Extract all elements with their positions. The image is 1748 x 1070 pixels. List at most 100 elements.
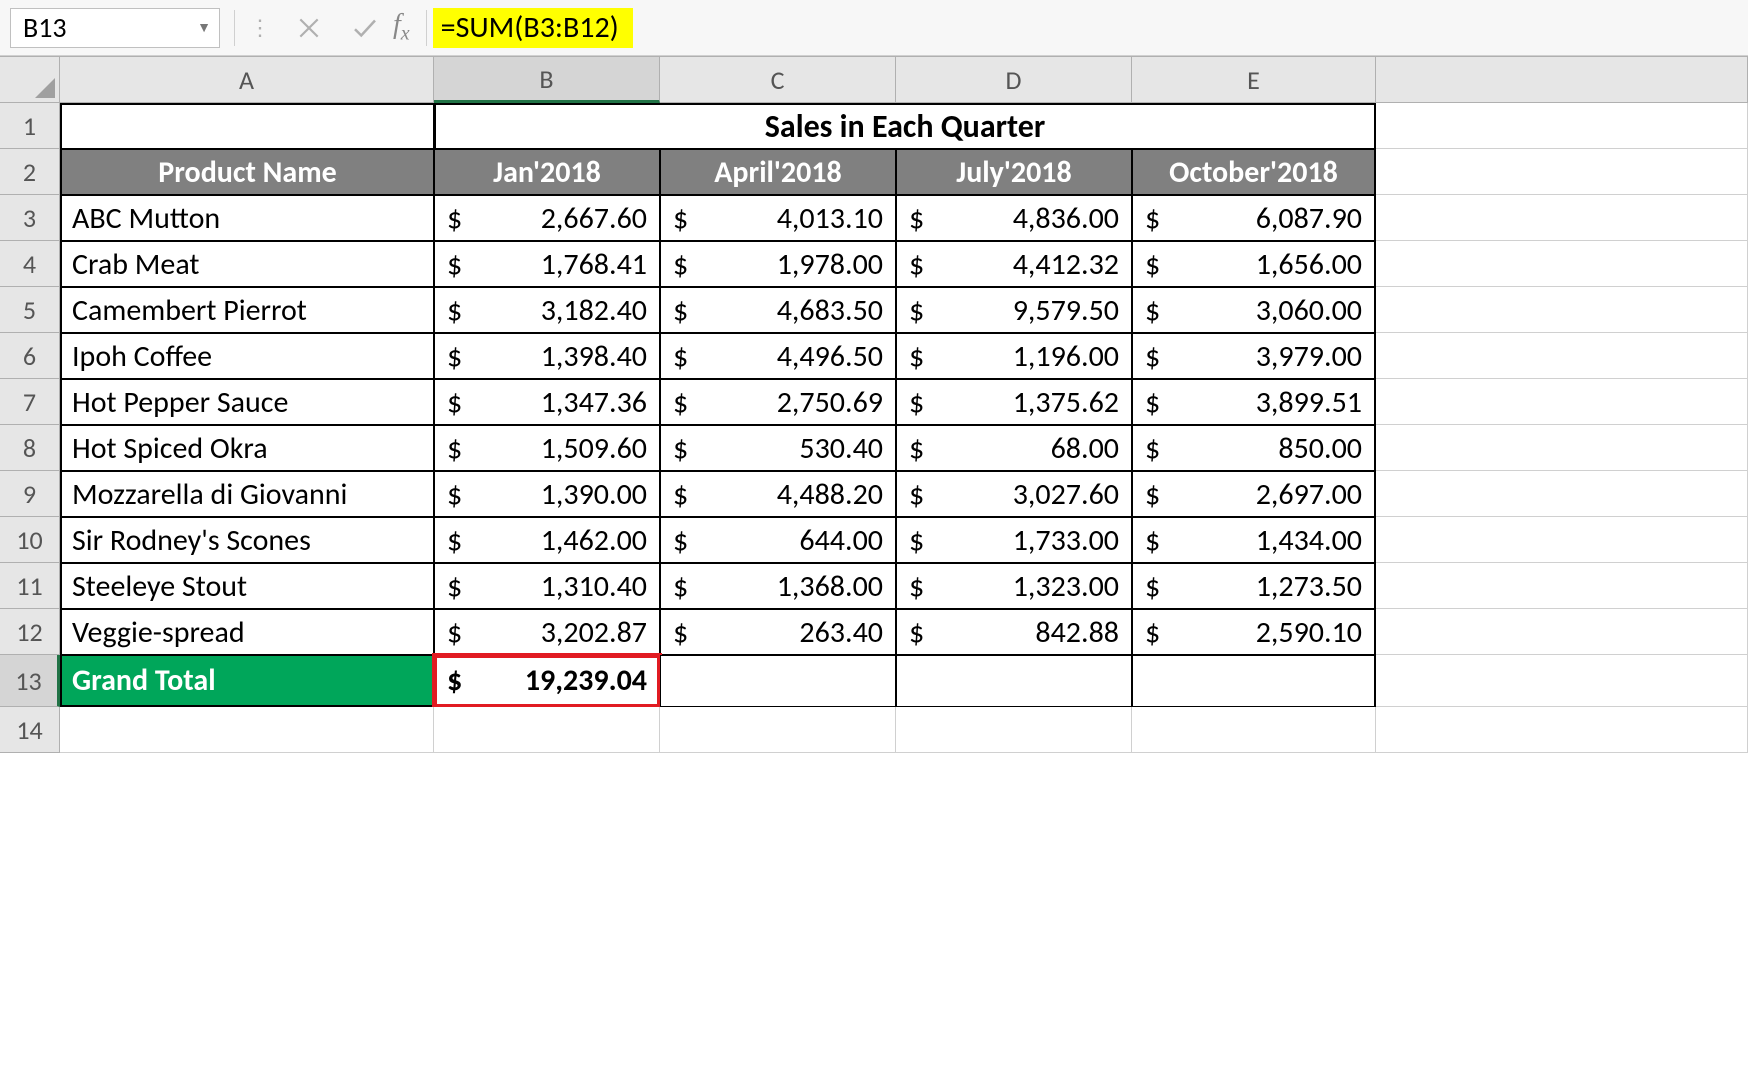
cell-blank[interactable] [1376,149,1748,195]
header-q4[interactable]: October'2018 [1132,149,1376,195]
cell-blank[interactable] [1376,195,1748,241]
table-cell[interactable]: $1,768.41 [434,241,660,287]
fx-icon[interactable]: fx [393,9,420,46]
table-cell[interactable]: $3,182.40 [434,287,660,333]
col-header-E[interactable]: E [1132,57,1376,103]
table-cell[interactable]: $1,375.62 [896,379,1132,425]
cell-D13[interactable] [896,655,1132,707]
table-cell[interactable]: $1,462.00 [434,517,660,563]
table-cell[interactable]: $1,509.60 [434,425,660,471]
name-box[interactable]: B13 ▼ [10,8,220,48]
row-header-2[interactable]: 2 [0,149,60,195]
header-product[interactable]: Product Name [60,149,434,195]
cell-blank[interactable] [1376,287,1748,333]
cell-blank[interactable] [1376,471,1748,517]
table-cell[interactable]: $1,390.00 [434,471,660,517]
table-cell[interactable]: $4,412.32 [896,241,1132,287]
cell-E13[interactable] [1132,655,1376,707]
table-cell[interactable]: $1,733.00 [896,517,1132,563]
table-cell[interactable]: $263.40 [660,609,896,655]
row-header-4[interactable]: 4 [0,241,60,287]
table-cell[interactable]: $3,027.60 [896,471,1132,517]
product-name-cell[interactable]: Steeleye Stout [60,563,434,609]
table-cell[interactable]: $3,899.51 [1132,379,1376,425]
table-cell[interactable]: $4,488.20 [660,471,896,517]
merged-title[interactable]: Sales in Each Quarter [434,103,1376,149]
table-cell[interactable]: $6,087.90 [1132,195,1376,241]
cell-D14[interactable] [896,707,1132,753]
enter-icon[interactable] [337,0,393,56]
table-cell[interactable]: $3,979.00 [1132,333,1376,379]
product-name-cell[interactable]: Sir Rodney's Scones [60,517,434,563]
product-name-cell[interactable]: Camembert Pierrot [60,287,434,333]
table-cell[interactable]: $1,398.40 [434,333,660,379]
table-cell[interactable]: $644.00 [660,517,896,563]
table-cell[interactable]: $530.40 [660,425,896,471]
product-name-cell[interactable]: Crab Meat [60,241,434,287]
row-header-3[interactable]: 3 [0,195,60,241]
table-cell[interactable]: $9,579.50 [896,287,1132,333]
cell-blank[interactable] [1376,379,1748,425]
table-cell[interactable]: $1,347.36 [434,379,660,425]
table-cell[interactable]: $4,836.00 [896,195,1132,241]
table-cell[interactable]: $4,683.50 [660,287,896,333]
table-cell[interactable]: $2,590.10 [1132,609,1376,655]
cell-blank[interactable] [1376,517,1748,563]
product-name-cell[interactable]: Hot Spiced Okra [60,425,434,471]
table-cell[interactable]: $2,667.60 [434,195,660,241]
table-cell[interactable]: $842.88 [896,609,1132,655]
cell-blank[interactable] [1376,103,1748,149]
table-cell[interactable]: $1,273.50 [1132,563,1376,609]
product-name-cell[interactable]: Hot Pepper Sauce [60,379,434,425]
table-cell[interactable]: $1,310.40 [434,563,660,609]
grand-total-label[interactable]: Grand Total [60,655,434,707]
table-cell[interactable]: $1,656.00 [1132,241,1376,287]
row-header-13[interactable]: 13 [0,655,60,707]
cell-C13[interactable] [660,655,896,707]
table-cell[interactable]: $1,434.00 [1132,517,1376,563]
col-header-C[interactable]: C [660,57,896,103]
col-header-D[interactable]: D [896,57,1132,103]
cancel-icon[interactable] [281,0,337,56]
spreadsheet-grid[interactable]: A B C D E 1 Sales in Each Quarter 2 Prod… [0,56,1748,753]
table-cell[interactable]: $1,978.00 [660,241,896,287]
cell-blank[interactable] [1376,563,1748,609]
table-cell[interactable]: $4,013.10 [660,195,896,241]
product-name-cell[interactable]: Ipoh Coffee [60,333,434,379]
row-header-1[interactable]: 1 [0,103,60,149]
select-all-corner[interactable] [0,57,60,103]
row-header-6[interactable]: 6 [0,333,60,379]
table-cell[interactable]: $3,060.00 [1132,287,1376,333]
col-header-blank[interactable] [1376,57,1748,103]
table-cell[interactable]: $4,496.50 [660,333,896,379]
table-cell[interactable]: $68.00 [896,425,1132,471]
row-header-14[interactable]: 14 [0,707,60,753]
table-cell[interactable]: $1,368.00 [660,563,896,609]
row-header-11[interactable]: 11 [0,563,60,609]
table-cell[interactable]: $1,196.00 [896,333,1132,379]
cell-B14[interactable] [434,707,660,753]
row-header-7[interactable]: 7 [0,379,60,425]
cell-blank[interactable] [1376,425,1748,471]
header-q1[interactable]: Jan'2018 [434,149,660,195]
cell-A14[interactable] [60,707,434,753]
cell-C14[interactable] [660,707,896,753]
header-q3[interactable]: July'2018 [896,149,1132,195]
formula-input[interactable]: =SUM(B3:B12) [433,8,633,48]
table-cell[interactable]: $2,697.00 [1132,471,1376,517]
product-name-cell[interactable]: Veggie-spread [60,609,434,655]
header-q2[interactable]: April'2018 [660,149,896,195]
product-name-cell[interactable]: ABC Mutton [60,195,434,241]
cell-blank[interactable] [1376,241,1748,287]
cell-blank[interactable] [1376,333,1748,379]
cell-B13-selected[interactable]: $19,239.04 [434,655,660,707]
col-header-A[interactable]: A [60,57,434,103]
table-cell[interactable]: $1,323.00 [896,563,1132,609]
cell-blank[interactable] [1376,707,1748,753]
table-cell[interactable]: $3,202.87 [434,609,660,655]
cell-blank[interactable] [1376,655,1748,707]
cell-E14[interactable] [1132,707,1376,753]
row-header-8[interactable]: 8 [0,425,60,471]
row-header-9[interactable]: 9 [0,471,60,517]
row-header-5[interactable]: 5 [0,287,60,333]
